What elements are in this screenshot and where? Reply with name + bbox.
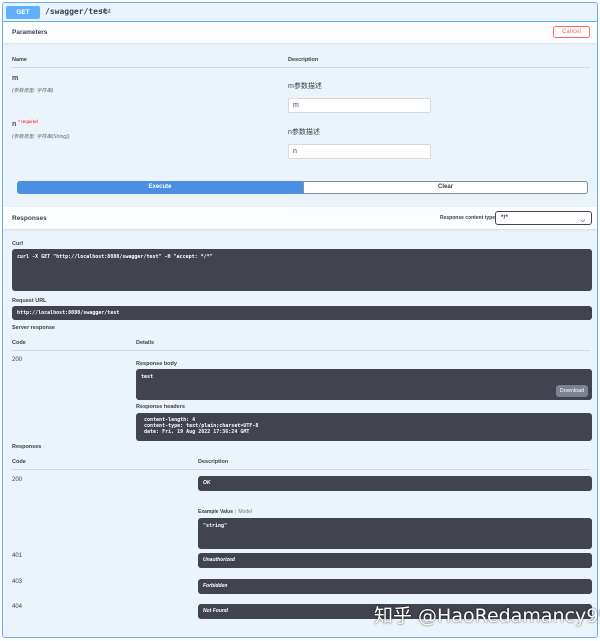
model-tab[interactable]: Model xyxy=(238,509,252,515)
response-body-label: Response body xyxy=(136,361,177,367)
execute-button[interactable]: Execute xyxy=(17,181,303,194)
column-header-description: Description xyxy=(288,57,319,63)
column-header-name: Name xyxy=(12,57,27,63)
clear-button[interactable]: Clear xyxy=(303,181,588,194)
param-name-m: m xyxy=(12,75,19,82)
watermark: 知乎 @HaoRedamancy99 xyxy=(374,605,600,627)
param-type-n: (参数类型: 字符串(String)) xyxy=(12,134,70,140)
example-value-tab[interactable]: Example Value xyxy=(198,509,233,515)
curl-command-box[interactable]: curl -X GET "http://localhost:8080/swagg… xyxy=(12,249,592,291)
server-response-label: Server response xyxy=(12,325,56,331)
response-headers-label: Response headers xyxy=(136,404,185,410)
divider xyxy=(12,67,590,68)
column-header-code: Code xyxy=(12,459,26,465)
responses-title: Responses xyxy=(12,215,47,222)
param-input-m[interactable]: m xyxy=(288,98,431,113)
response-description-401: Unauthorized xyxy=(198,553,592,568)
request-url-label: Request URL xyxy=(12,298,47,304)
param-description-m: m参数描述 xyxy=(288,83,322,90)
response-headers-box[interactable]: content-length: 4 content-type: text/pla… xyxy=(136,413,592,441)
curl-label: Curl xyxy=(12,241,23,247)
parameters-title: Parameters xyxy=(12,29,48,36)
response-content-type-select[interactable]: */* ⌵ xyxy=(495,211,592,225)
param-type-m: (参数类型: 字符串) xyxy=(12,88,54,94)
response-headers: content-length: 4 content-type: text/pla… xyxy=(144,417,259,435)
chevron-down-icon: ⌵ xyxy=(580,218,585,224)
response-code-403: 403 xyxy=(12,579,23,585)
response-description-200: OK xyxy=(198,476,592,491)
http-method-badge: GET xyxy=(6,6,40,19)
response-content-type-label: Response content type xyxy=(440,215,496,221)
operation-summary-text: test xyxy=(101,9,111,15)
column-header-description: Description xyxy=(198,459,229,465)
documented-responses-title: Responses xyxy=(12,444,42,450)
parameters-header: Parameters Cancel xyxy=(3,22,597,43)
example-value: "string" xyxy=(203,523,228,529)
response-code: 200 xyxy=(12,357,23,363)
param-name-n: n * required xyxy=(12,119,38,128)
endpoint-path: /swagger/test xyxy=(45,7,108,16)
download-button[interactable]: Download xyxy=(556,385,588,397)
response-code-401: 401 xyxy=(12,553,23,559)
cancel-button[interactable]: Cancel xyxy=(553,26,590,38)
column-header-code: Code xyxy=(12,340,26,346)
response-body-box[interactable]: test xyxy=(136,369,592,400)
tab-separator: | xyxy=(235,509,237,515)
response-body: test xyxy=(141,374,154,380)
example-value-tabs: Example Value | Model xyxy=(198,509,252,515)
param-input-n[interactable]: n xyxy=(288,144,431,159)
required-marker: * required xyxy=(18,119,38,124)
operation-summary[interactable]: GET /swagger/test test xyxy=(3,3,597,22)
divider xyxy=(12,350,590,351)
example-value-box[interactable]: "string" xyxy=(198,518,592,549)
request-url: http://localhost:8080/swagger/test xyxy=(17,310,120,316)
response-code-200: 200 xyxy=(12,477,23,483)
column-header-details: Details xyxy=(136,340,155,346)
param-description-n: n参数描述 xyxy=(288,129,320,136)
response-code-404: 404 xyxy=(12,604,23,610)
divider xyxy=(12,469,590,470)
curl-command: curl -X GET "http://localhost:8080/swagg… xyxy=(17,254,213,260)
response-description-403: Forbidden xyxy=(198,579,592,594)
request-url-box[interactable]: http://localhost:8080/swagger/test xyxy=(12,306,592,320)
operation-block-get: GET /swagger/test test Parameters Cancel… xyxy=(2,2,598,638)
